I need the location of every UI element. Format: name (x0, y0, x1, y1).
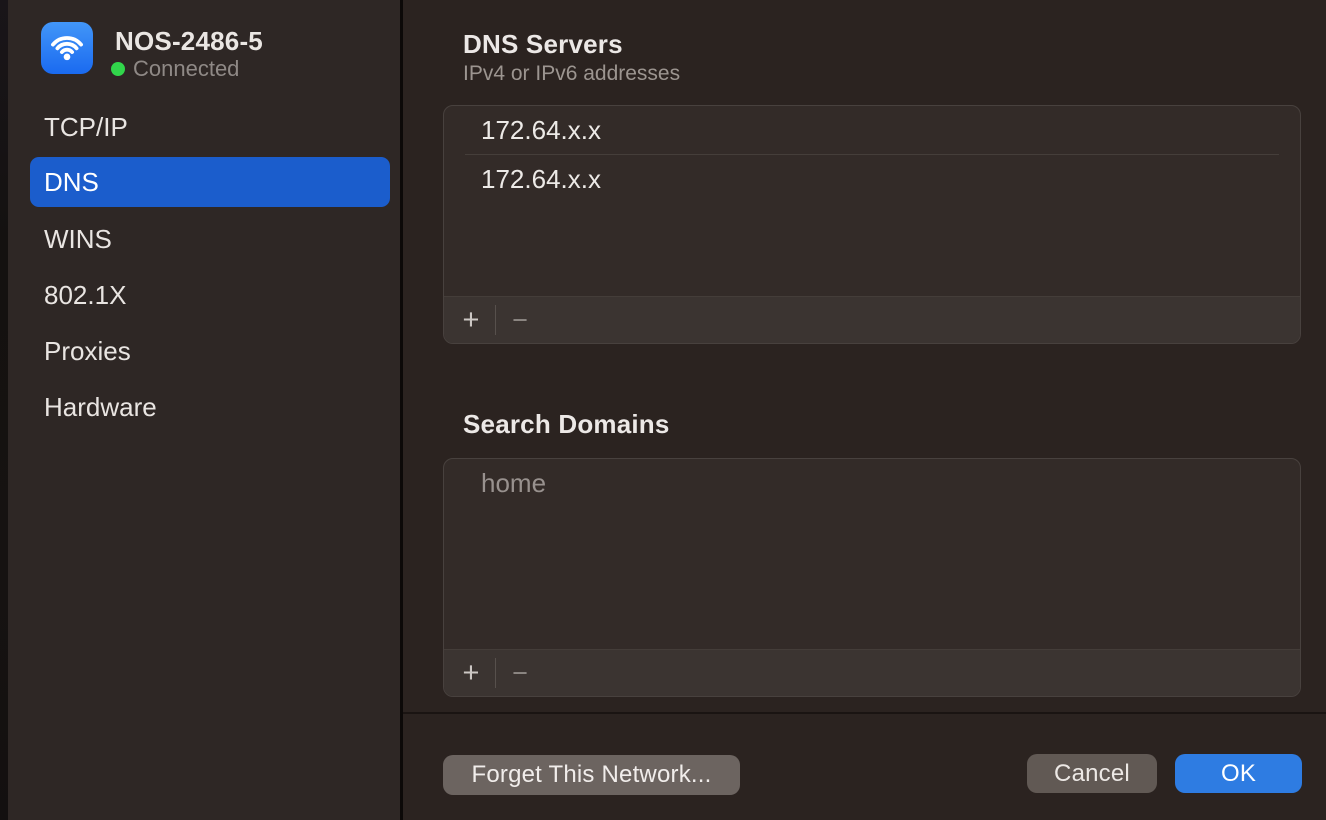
sidebar: NOS-2486-5 Connected TCP/IP DNS WINS 802… (8, 0, 400, 820)
minus-icon: − (512, 307, 528, 334)
sidebar-item-label: DNS (44, 167, 99, 198)
add-dns-server-button[interactable]: + (452, 300, 490, 340)
dns-server-row[interactable]: 172.64.x.x (444, 155, 1300, 203)
ok-button[interactable]: OK (1175, 754, 1302, 793)
search-domains-title: Search Domains (463, 409, 670, 440)
status-label: Connected (133, 56, 239, 82)
remove-dns-server-button[interactable]: − (501, 300, 539, 340)
dns-servers-title: DNS Servers (463, 29, 623, 60)
dns-server-value: 172.64.x.x (481, 164, 601, 195)
status-dot-icon (111, 62, 125, 76)
sidebar-item-tcpip[interactable]: TCP/IP (30, 102, 390, 152)
window-edge-strip (0, 0, 8, 820)
sidebar-item-label: TCP/IP (44, 112, 128, 143)
footer-divider (403, 712, 1326, 714)
search-domains-toolbar: + − (444, 649, 1300, 696)
wifi-icon (41, 22, 93, 74)
sidebar-item-label: 802.1X (44, 280, 126, 311)
sidebar-item-proxies[interactable]: Proxies (30, 326, 390, 376)
forget-network-button[interactable]: Forget This Network... (443, 755, 740, 795)
connection-status: Connected (111, 56, 239, 82)
sidebar-item-label: WINS (44, 224, 112, 255)
add-search-domain-button[interactable]: + (452, 653, 490, 693)
dns-pane: DNS Servers IPv4 or IPv6 addresses 172.6… (403, 0, 1326, 820)
cancel-button[interactable]: Cancel (1027, 754, 1157, 793)
toolbar-separator (495, 658, 496, 688)
plus-icon: + (463, 659, 480, 688)
sidebar-item-dns[interactable]: DNS (30, 157, 390, 207)
plus-icon: + (463, 306, 480, 335)
sidebar-item-8021x[interactable]: 802.1X (30, 270, 390, 320)
remove-search-domain-button[interactable]: − (501, 653, 539, 693)
network-name: NOS-2486-5 (115, 26, 263, 57)
toolbar-separator (495, 305, 496, 335)
dns-servers-subtitle: IPv4 or IPv6 addresses (463, 62, 680, 86)
sidebar-item-label: Proxies (44, 336, 131, 367)
sidebar-item-hardware[interactable]: Hardware (30, 382, 390, 432)
search-domains-list: home + − (443, 458, 1301, 697)
dns-list-toolbar: + − (444, 296, 1300, 343)
search-domain-row[interactable]: home (444, 459, 1300, 507)
dns-servers-list: 172.64.x.x 172.64.x.x + − (443, 105, 1301, 344)
network-details-window: NOS-2486-5 Connected TCP/IP DNS WINS 802… (0, 0, 1326, 820)
search-domain-value: home (481, 468, 546, 499)
sidebar-item-wins[interactable]: WINS (30, 214, 390, 264)
minus-icon: − (512, 660, 528, 687)
dns-server-row[interactable]: 172.64.x.x (444, 106, 1300, 154)
dns-server-value: 172.64.x.x (481, 115, 601, 146)
sidebar-item-label: Hardware (44, 392, 157, 423)
